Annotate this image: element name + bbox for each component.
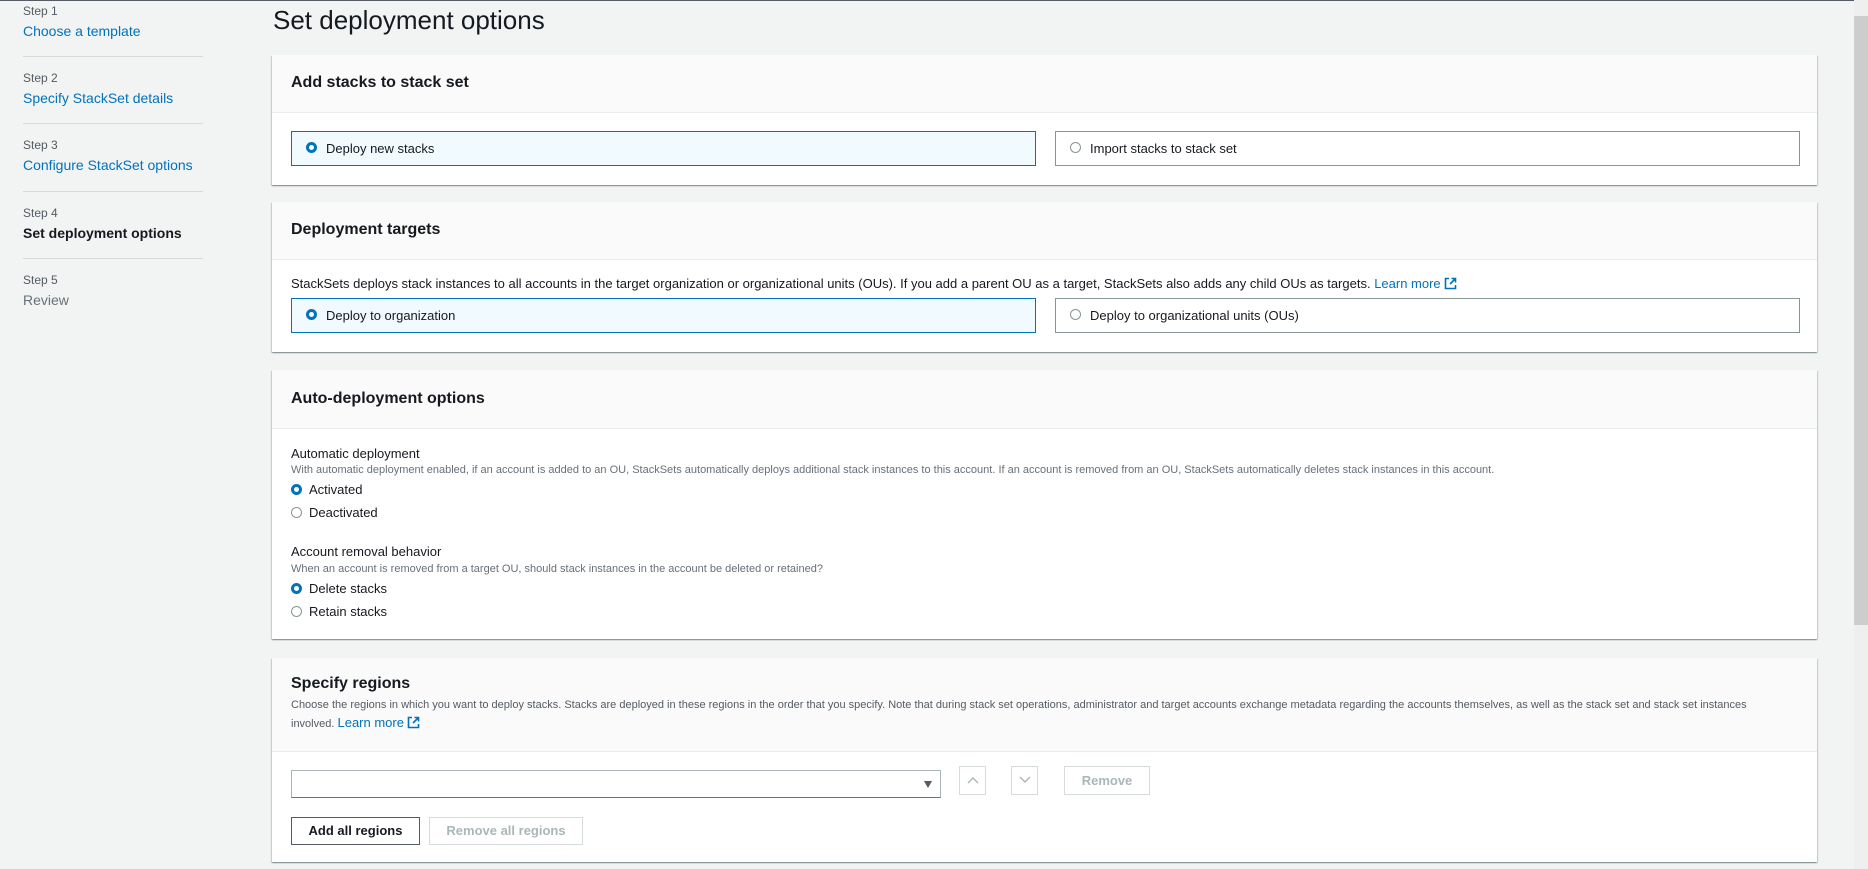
specify-regions-panel: Specify regions Choose the regions in wh… [272,658,1817,862]
chevron-down-icon [1019,776,1030,783]
account-removal-label: Account removal behavior [291,544,442,559]
remove-region-button[interactable]: Remove [1064,766,1150,795]
radio-label: Deactivated [309,505,378,520]
description-text: involved. [291,718,335,730]
panel-header: Deployment targets [272,202,1817,260]
step-current-deployment-options: Set deployment options [23,225,182,241]
radio-unselected-icon[interactable] [1070,309,1081,320]
panel-title: Deployment targets [291,221,441,238]
learn-more-link[interactable]: Learn more [1374,276,1456,291]
add-all-regions-button[interactable]: Add all regions [291,817,420,845]
panel-header: Add stacks to stack set [272,55,1817,113]
regions-body: Remove Add all regions Remove all region… [272,751,1817,862]
caret-down-icon [924,781,932,788]
step-review: Review [23,292,69,308]
external-link-icon [407,716,420,729]
panel-title: Specify regions [291,675,411,692]
radio-label: Delete stacks [309,581,388,596]
automatic-deployment-description: With automatic deployment enabled, if an… [291,464,1495,476]
radio-selected-icon[interactable] [291,583,302,594]
step-link-configure-options[interactable]: Configure StackSet options [23,157,193,173]
external-link-icon [1444,277,1456,290]
region-select[interactable] [291,770,941,798]
regions-description-line2: involved. Learn more [291,715,420,730]
radio-selected-icon[interactable] [306,309,317,320]
description-text: StackSets deploys stack instances to all… [291,276,1371,291]
step-number: Step 4 [23,206,58,220]
auto-deployment-panel: Auto-deployment options Automatic deploy… [272,370,1817,639]
radio-selected-icon[interactable] [291,484,302,495]
step-number: Step 1 [23,4,58,18]
radio-unselected-icon[interactable] [291,507,302,518]
step-divider [23,258,203,259]
move-up-button[interactable] [959,766,986,795]
radio-unselected-icon[interactable] [291,606,302,617]
deploy-new-stacks-tile[interactable]: Deploy new stacks [291,131,1036,166]
account-removal-description: When an account is removed from a target… [291,563,823,575]
step-divider [23,56,203,57]
panel-title: Auto-deployment options [291,390,485,407]
top-border [0,0,1854,1]
deploy-to-organization-tile[interactable]: Deploy to organization [291,298,1036,333]
radio-unselected-icon[interactable] [1070,142,1081,153]
remove-all-regions-button[interactable]: Remove all regions [429,817,583,845]
tile-label: Import stacks to stack set [1090,141,1237,156]
radio-label: Activated [309,482,363,497]
tile-label: Deploy new stacks [326,141,435,156]
vertical-scrollbar[interactable] [1854,0,1868,869]
learn-more-link[interactable]: Learn more [337,715,420,730]
radio-selected-icon[interactable] [306,142,317,153]
tile-label: Deploy to organization [326,308,456,323]
step-link-choose-template[interactable]: Choose a template [23,23,141,39]
step-link-specify-details[interactable]: Specify StackSet details [23,90,173,106]
move-down-button[interactable] [1011,766,1038,795]
step-number: Step 5 [23,273,58,287]
learn-more-label: Learn more [1374,276,1441,291]
add-stacks-panel: Add stacks to stack set Deploy new stack… [272,55,1817,185]
deploy-to-ous-tile[interactable]: Deploy to organizational units (OUs) [1055,298,1800,333]
regions-description-line1: Choose the regions in which you want to … [291,699,1747,711]
step-number: Step 2 [23,71,58,85]
panel-title: Add stacks to stack set [291,74,469,91]
radio-label: Retain stacks [309,604,388,619]
deployment-targets-description: StackSets deploys stack instances to all… [291,276,1457,291]
scrollbar-thumb[interactable] [1854,16,1868,625]
step-divider [23,123,203,124]
automatic-deployment-label: Automatic deployment [291,446,420,461]
import-stacks-tile[interactable]: Import stacks to stack set [1055,131,1800,166]
learn-more-label: Learn more [337,715,404,730]
panel-header: Auto-deployment options [272,370,1817,429]
panel-header: Specify regions Choose the regions in wh… [272,658,1817,752]
step-divider [23,191,203,192]
step-number: Step 3 [23,138,58,152]
page-title: Set deployment options [273,5,545,35]
deployment-targets-panel: Deployment targets StackSets deploys sta… [272,202,1817,352]
tile-label: Deploy to organizational units (OUs) [1090,308,1299,323]
chevron-up-icon [967,777,978,784]
